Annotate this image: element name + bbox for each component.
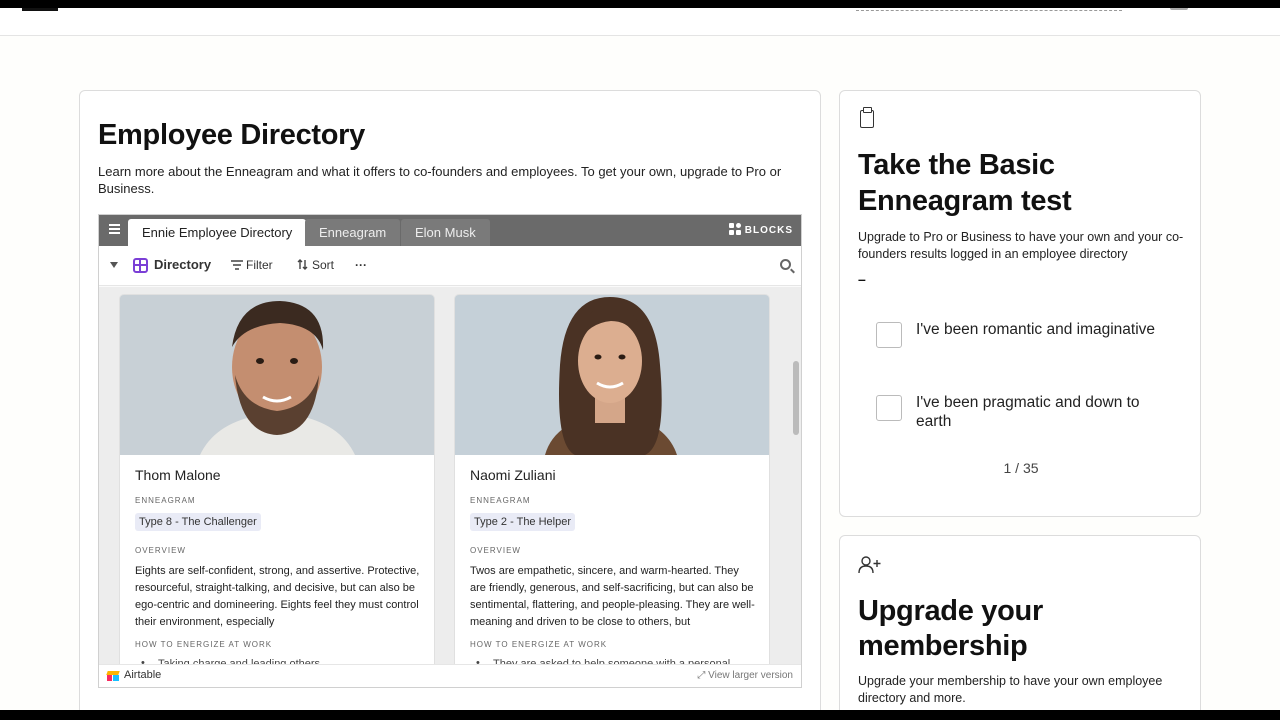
record-card[interactable]: Naomi Zuliani ENNEAGRAM Type 2 - The Hel… [455,295,769,675]
view-larger-link[interactable]: ⤢ View larger version [697,670,793,681]
tab-enneagram[interactable]: Enneagram [305,219,401,246]
upgrade-card: Upgrade your membership Upgrade your mem… [839,535,1201,720]
airtable-embed: Ennie Employee Directory Enneagram Elon … [98,214,802,688]
embed-footer: Airtable ⤢ View larger version [99,664,801,687]
airtable-logo[interactable] [106,671,120,681]
top-nav [0,8,1280,36]
option-checkbox[interactable] [876,395,902,421]
tab-elon-musk[interactable]: Elon Musk [401,219,490,246]
upgrade-title: Upgrade your membership [858,595,1043,662]
upgrade-description: Upgrade your membership to have your own… [858,674,1163,705]
nav-search-field[interactable] [856,8,1122,11]
view-name[interactable]: Directory [154,257,211,272]
option-checkbox[interactable] [876,322,902,348]
gallery-view: Thom Malone ENNEAGRAM Type 8 - The Chall… [99,287,801,675]
menu-icon[interactable] [109,224,120,234]
field-label-enneagram: ENNEAGRAM [135,496,196,505]
enneagram-type-tag: Type 2 - The Helper [470,513,576,531]
clipboard-icon [860,107,874,128]
embed-tab-bar: Ennie Employee Directory Enneagram Elon … [99,215,801,246]
page-description: Learn more about the Enneagram and what … [98,164,782,196]
chevron-down-icon[interactable] [110,262,118,268]
enneagram-test-card: Take the Basic Enneagram test Upgrade to… [839,90,1201,517]
field-label-enneagram: ENNEAGRAM [470,496,531,505]
test-title: Take the Basic Enneagram test [858,149,1072,217]
overview-text: Twos are empathetic, sincere, and warm-h… [470,565,755,628]
expand-icon: ⤢ [697,670,709,681]
blocks-label: BLOCKS [744,225,793,236]
more-options-button[interactable]: ··· [355,258,367,272]
sort-button[interactable]: Sort [297,258,334,272]
field-label-overview: OVERVIEW [470,546,521,555]
filter-label: Filter [246,258,273,272]
portrait-man [120,295,434,455]
blocks-icon [728,223,741,235]
enneagram-type-tag: Type 8 - The Challenger [135,513,261,531]
record-name: Thom Malone [135,467,221,483]
portrait-woman [455,295,769,455]
field-label-energize: HOW TO ENERGIZE AT WORK [135,640,273,649]
sort-label: Sort [312,258,335,272]
search-icon[interactable] [780,259,791,270]
top-black-band [0,0,1280,8]
option-label[interactable]: I've been romantic and imaginative [916,320,1176,339]
profile-photo [455,295,769,455]
tab-ennie-employee-directory[interactable]: Ennie Employee Directory [128,219,307,246]
sort-icon [297,259,308,270]
option-label[interactable]: I've been pragmatic and down to earth [916,393,1176,431]
site-logo[interactable] [22,8,58,11]
gallery-scrollbar[interactable] [793,361,799,435]
test-dash: – [858,271,866,287]
bottom-black-band [0,710,1280,720]
filter-button[interactable]: Filter [231,258,273,272]
profile-photo [120,295,434,455]
grid-icon [133,258,148,273]
blocks-button[interactable]: BLOCKS [728,223,793,236]
user-avatar[interactable] [1170,8,1188,10]
view-larger-label: View larger version [708,670,793,681]
view-toolbar: Directory Filter Sort ··· [99,246,801,286]
airtable-brand[interactable]: Airtable [124,669,161,681]
field-label-energize: HOW TO ENERGIZE AT WORK [470,640,608,649]
record-name: Naomi Zuliani [470,467,556,483]
employee-directory-card: Employee Directory Learn more about the … [79,90,821,720]
filter-icon [231,260,243,270]
overview-text: Eights are self-confident, strong, and a… [135,565,420,628]
test-description: Upgrade to Pro or Business to have your … [858,230,1184,261]
question-counter: 1 / 35 [1003,460,1039,476]
field-label-overview: OVERVIEW [135,546,186,555]
add-user-icon [858,556,881,574]
page-title: Employee Directory [98,119,365,151]
record-card[interactable]: Thom Malone ENNEAGRAM Type 8 - The Chall… [120,295,434,675]
